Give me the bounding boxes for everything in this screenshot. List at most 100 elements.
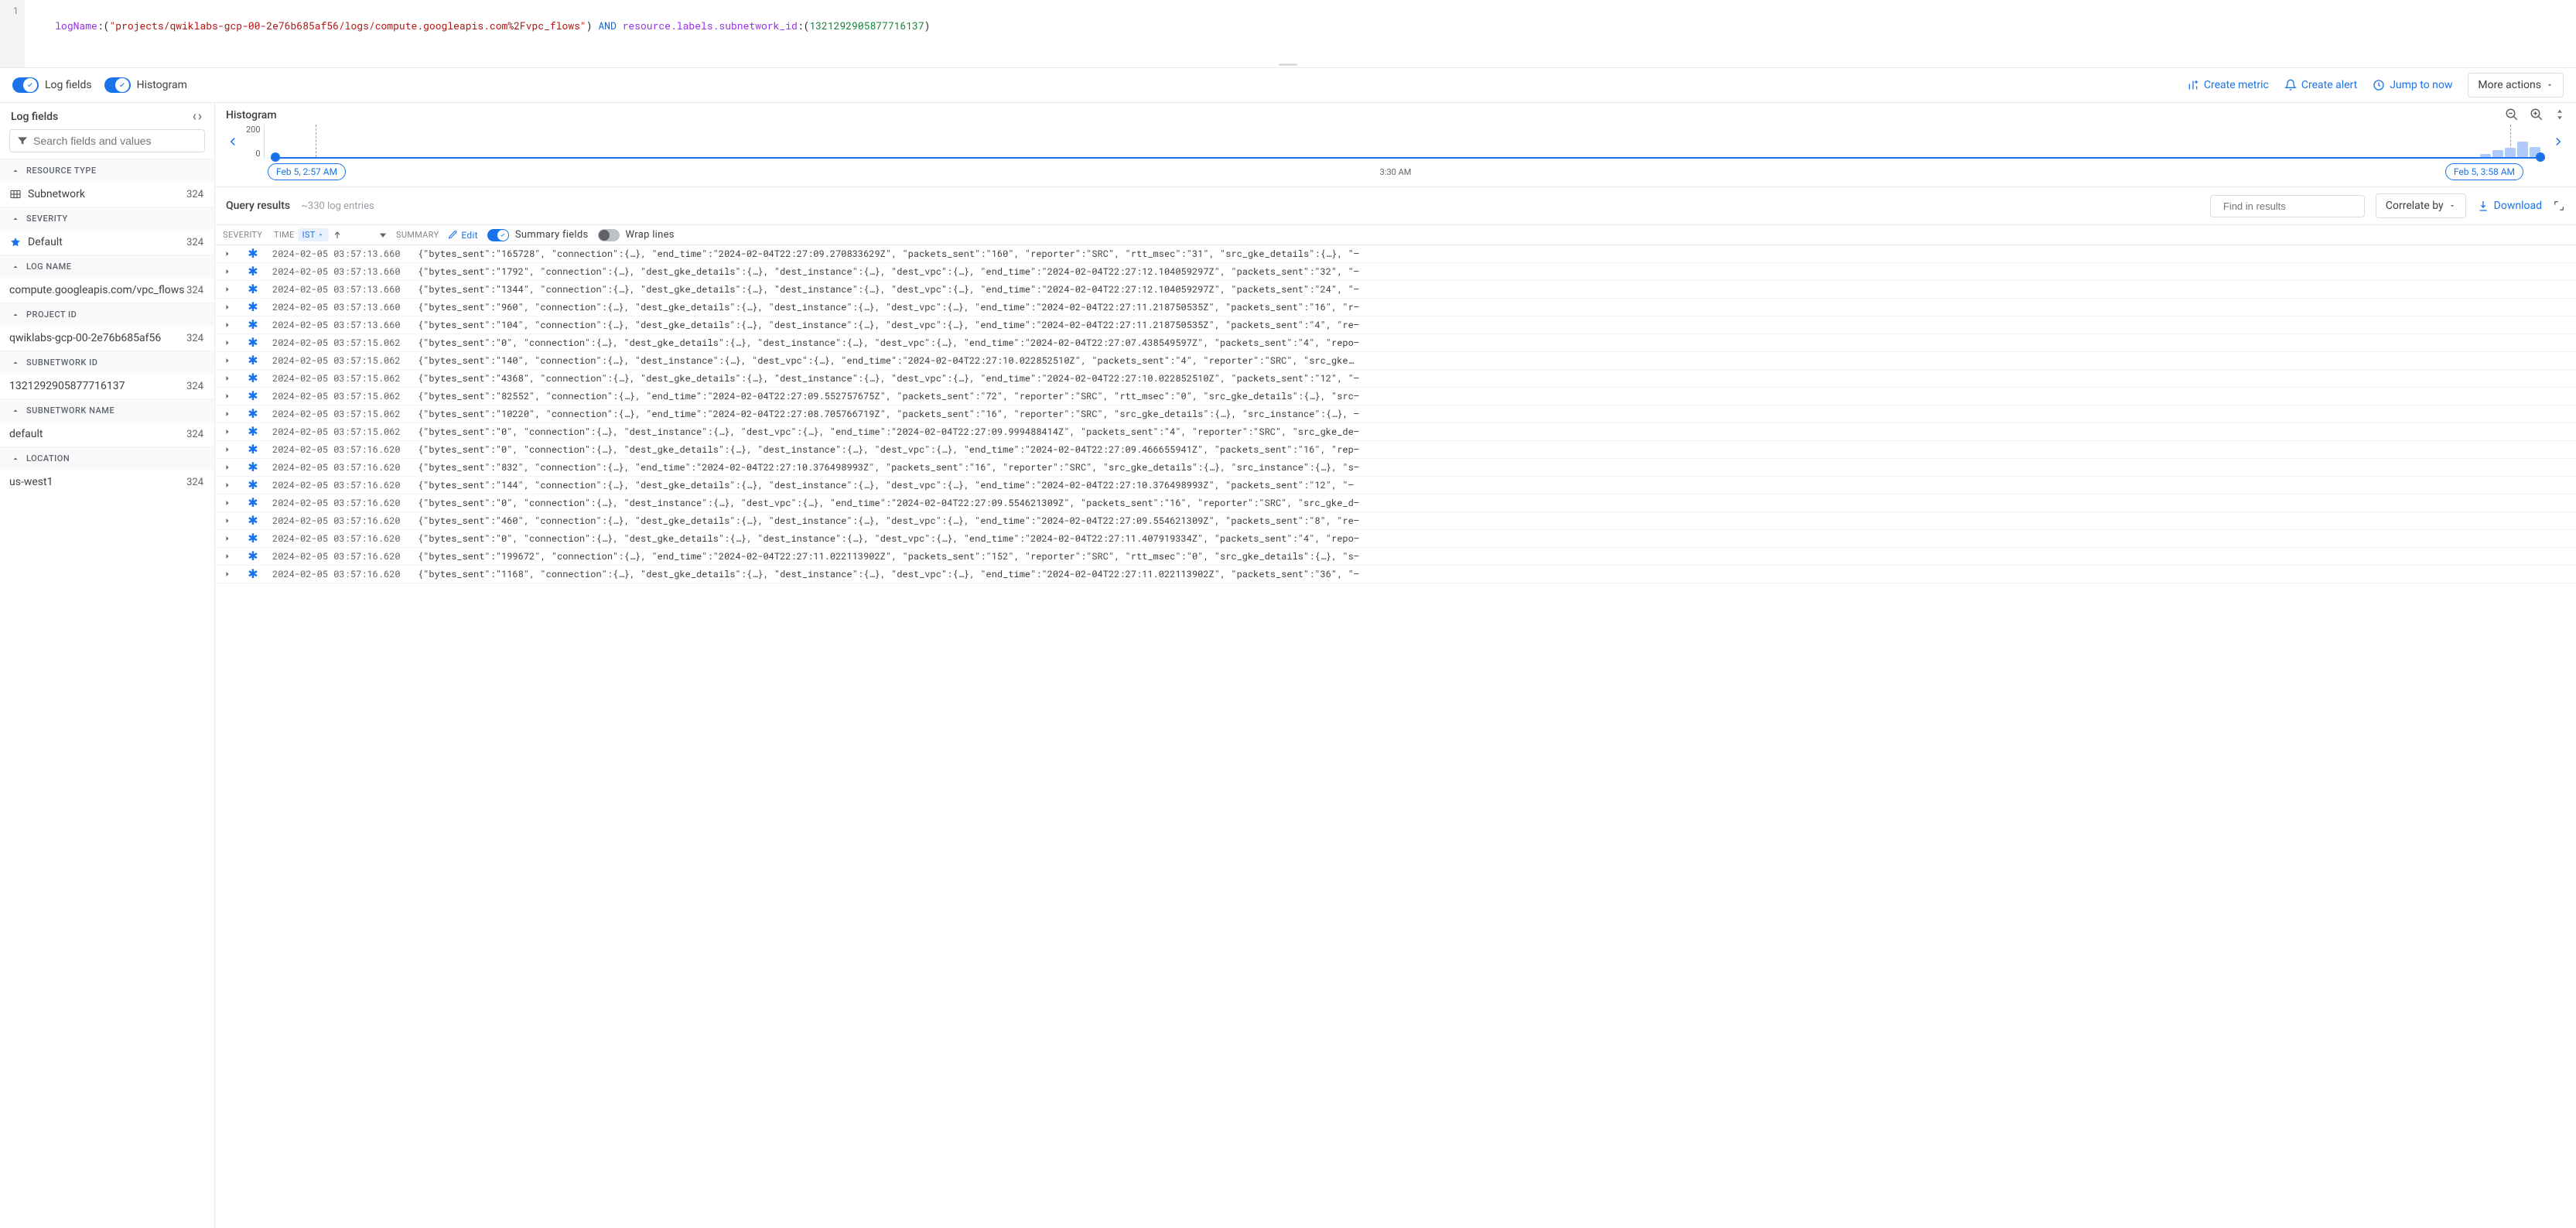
wrap-lines-toggle[interactable]: Wrap lines	[598, 229, 675, 241]
create-alert-button[interactable]: Create alert	[2284, 79, 2357, 91]
col-time[interactable]: TIME IST	[274, 228, 388, 241]
download-button[interactable]: Download	[2477, 200, 2542, 212]
expand-row-icon[interactable]	[223, 303, 234, 312]
find-input[interactable]	[2223, 200, 2359, 212]
item-count: 324	[186, 189, 203, 200]
table-row[interactable]: ✱2024-02-05 03:57:15.062{"bytes_sent":"1…	[215, 352, 2576, 370]
resize-handle[interactable]	[1279, 63, 1297, 66]
expand-row-icon[interactable]	[223, 320, 234, 330]
expand-row-icon[interactable]	[223, 570, 234, 579]
section-item[interactable]: 1321292905877716137324	[0, 374, 214, 399]
section-item[interactable]: compute.googleapis.com/vpc_flows324	[0, 278, 214, 303]
expand-row-icon[interactable]	[223, 445, 234, 454]
histogram-toggle[interactable]: Histogram	[104, 77, 187, 93]
query-text[interactable]: logName:("projects/qwiklabs-gcp-00-2e76b…	[25, 0, 2576, 67]
table-row[interactable]: ✱2024-02-05 03:57:13.660{"bytes_sent":"1…	[215, 263, 2576, 281]
range-start-label: Feb 5, 2:57 AM	[268, 163, 346, 180]
expand-row-icon[interactable]	[223, 249, 234, 258]
zoom-out-icon[interactable]	[2505, 108, 2519, 121]
range-start-handle[interactable]	[271, 152, 280, 162]
expand-row-icon[interactable]	[223, 498, 234, 508]
table-row[interactable]: ✱2024-02-05 03:57:13.660{"bytes_sent":"9…	[215, 299, 2576, 316]
expand-row-icon[interactable]	[223, 267, 234, 276]
expand-row-icon[interactable]	[223, 338, 234, 347]
table-row[interactable]: ✱2024-02-05 03:57:13.660{"bytes_sent":"1…	[215, 316, 2576, 334]
expand-vertical-icon[interactable]	[2554, 108, 2565, 121]
table-body[interactable]: ✱2024-02-05 03:57:13.660{"bytes_sent":"1…	[215, 245, 2576, 1228]
hist-bar[interactable]	[2517, 142, 2528, 157]
table-row[interactable]: ✱2024-02-05 03:57:15.062{"bytes_sent":"1…	[215, 405, 2576, 423]
caret-down-solid-icon	[378, 230, 388, 241]
expand-row-icon[interactable]	[223, 552, 234, 561]
col-summary: SUMMARY Edit Summary fields Wrap lines	[396, 229, 2568, 241]
chevron-up-icon	[11, 166, 20, 176]
correlate-by-button[interactable]: Correlate by	[2376, 193, 2466, 218]
expand-row-icon[interactable]	[223, 481, 234, 490]
section-head[interactable]: SUBNETWORK NAME	[0, 399, 214, 422]
section-head[interactable]: PROJECT ID	[0, 303, 214, 326]
time-filter-icon[interactable]	[378, 230, 388, 241]
hist-canvas[interactable]	[271, 125, 2545, 159]
hist-bar[interactable]	[2492, 150, 2503, 157]
expand-row-icon[interactable]	[223, 409, 234, 419]
expand-row-icon[interactable]	[223, 516, 234, 525]
table-row[interactable]: ✱2024-02-05 03:57:15.062{"bytes_sent":"4…	[215, 370, 2576, 388]
table-row[interactable]: ✱2024-02-05 03:57:15.062{"bytes_sent":"0…	[215, 334, 2576, 352]
expand-row-icon[interactable]	[223, 392, 234, 401]
table-row[interactable]: ✱2024-02-05 03:57:15.062{"bytes_sent":"0…	[215, 423, 2576, 441]
expand-row-icon[interactable]	[223, 463, 234, 472]
expand-row-icon[interactable]	[223, 427, 234, 436]
table-row[interactable]: ✱2024-02-05 03:57:16.620{"bytes_sent":"1…	[215, 477, 2576, 494]
col-severity[interactable]: SEVERITY	[223, 230, 266, 240]
table-row[interactable]: ✱2024-02-05 03:57:16.620{"bytes_sent":"1…	[215, 566, 2576, 583]
hist-bar[interactable]	[2505, 148, 2516, 157]
log-fields-toggle[interactable]: Log fields	[12, 77, 92, 93]
query-and: AND	[598, 19, 616, 32]
section-item[interactable]: default324	[0, 422, 214, 446]
search-input[interactable]	[33, 135, 198, 147]
table-row[interactable]: ✱2024-02-05 03:57:16.620{"bytes_sent":"0…	[215, 494, 2576, 512]
section-item[interactable]: Default324	[0, 230, 214, 255]
section-item[interactable]: us-west1324	[0, 470, 214, 494]
summary-fields-toggle[interactable]: Summary fields	[487, 229, 589, 241]
range-end-handle[interactable]	[2536, 152, 2545, 162]
section-head[interactable]: LOCATION	[0, 446, 214, 470]
tz-badge[interactable]: IST	[298, 228, 329, 241]
section-item[interactable]: qwiklabs-gcp-00-2e76b685af56324	[0, 326, 214, 351]
more-actions-button[interactable]: More actions	[2468, 73, 2564, 97]
section-head[interactable]: SUBNETWORK ID	[0, 351, 214, 374]
create-metric-button[interactable]: Create metric	[2187, 79, 2269, 91]
expand-row-icon[interactable]	[223, 356, 234, 365]
table-row[interactable]: ✱2024-02-05 03:57:13.660{"bytes_sent":"1…	[215, 281, 2576, 299]
table-row[interactable]: ✱2024-02-05 03:57:13.660{"bytes_sent":"1…	[215, 245, 2576, 263]
section-head[interactable]: SEVERITY	[0, 207, 214, 230]
log-fields-sidebar: Log fields RESOURCE TYPESubnetwork324SEV…	[0, 103, 215, 1228]
timestamp-cell: 2024-02-05 03:57:13.660	[272, 283, 410, 296]
fullscreen-icon[interactable]	[2553, 200, 2565, 212]
table-row[interactable]: ✱2024-02-05 03:57:16.620{"bytes_sent":"0…	[215, 530, 2576, 548]
find-in-results[interactable]	[2210, 195, 2365, 217]
zoom-in-icon[interactable]	[2530, 108, 2544, 121]
item-count: 324	[186, 381, 203, 392]
table-row[interactable]: ✱2024-02-05 03:57:15.062{"bytes_sent":"8…	[215, 388, 2576, 405]
expand-row-icon[interactable]	[223, 534, 234, 543]
sort-asc-icon[interactable]	[332, 230, 343, 241]
section-item[interactable]: Subnetwork324	[0, 182, 214, 207]
expand-row-icon[interactable]	[223, 285, 234, 294]
hist-prev-button[interactable]	[226, 135, 240, 149]
table-row[interactable]: ✱2024-02-05 03:57:16.620{"bytes_sent":"8…	[215, 459, 2576, 477]
edit-summary-button[interactable]: Edit	[448, 230, 478, 241]
table-row[interactable]: ✱2024-02-05 03:57:16.620{"bytes_sent":"0…	[215, 441, 2576, 459]
section-head[interactable]: LOG NAME	[0, 255, 214, 278]
table-row[interactable]: ✱2024-02-05 03:57:16.620{"bytes_sent":"1…	[215, 548, 2576, 566]
collapse-icon[interactable]	[191, 111, 203, 122]
item-count: 324	[186, 477, 203, 488]
hist-next-button[interactable]	[2551, 135, 2565, 149]
hist-bar[interactable]	[2480, 154, 2491, 157]
query-editor[interactable]: 1 logName:("projects/qwiklabs-gcp-00-2e7…	[0, 0, 2576, 68]
table-row[interactable]: ✱2024-02-05 03:57:16.620{"bytes_sent":"4…	[215, 512, 2576, 530]
jump-to-now-button[interactable]: Jump to now	[2373, 79, 2452, 91]
section-head[interactable]: RESOURCE TYPE	[0, 159, 214, 182]
expand-row-icon[interactable]	[223, 374, 234, 383]
sidebar-search[interactable]	[9, 129, 205, 152]
